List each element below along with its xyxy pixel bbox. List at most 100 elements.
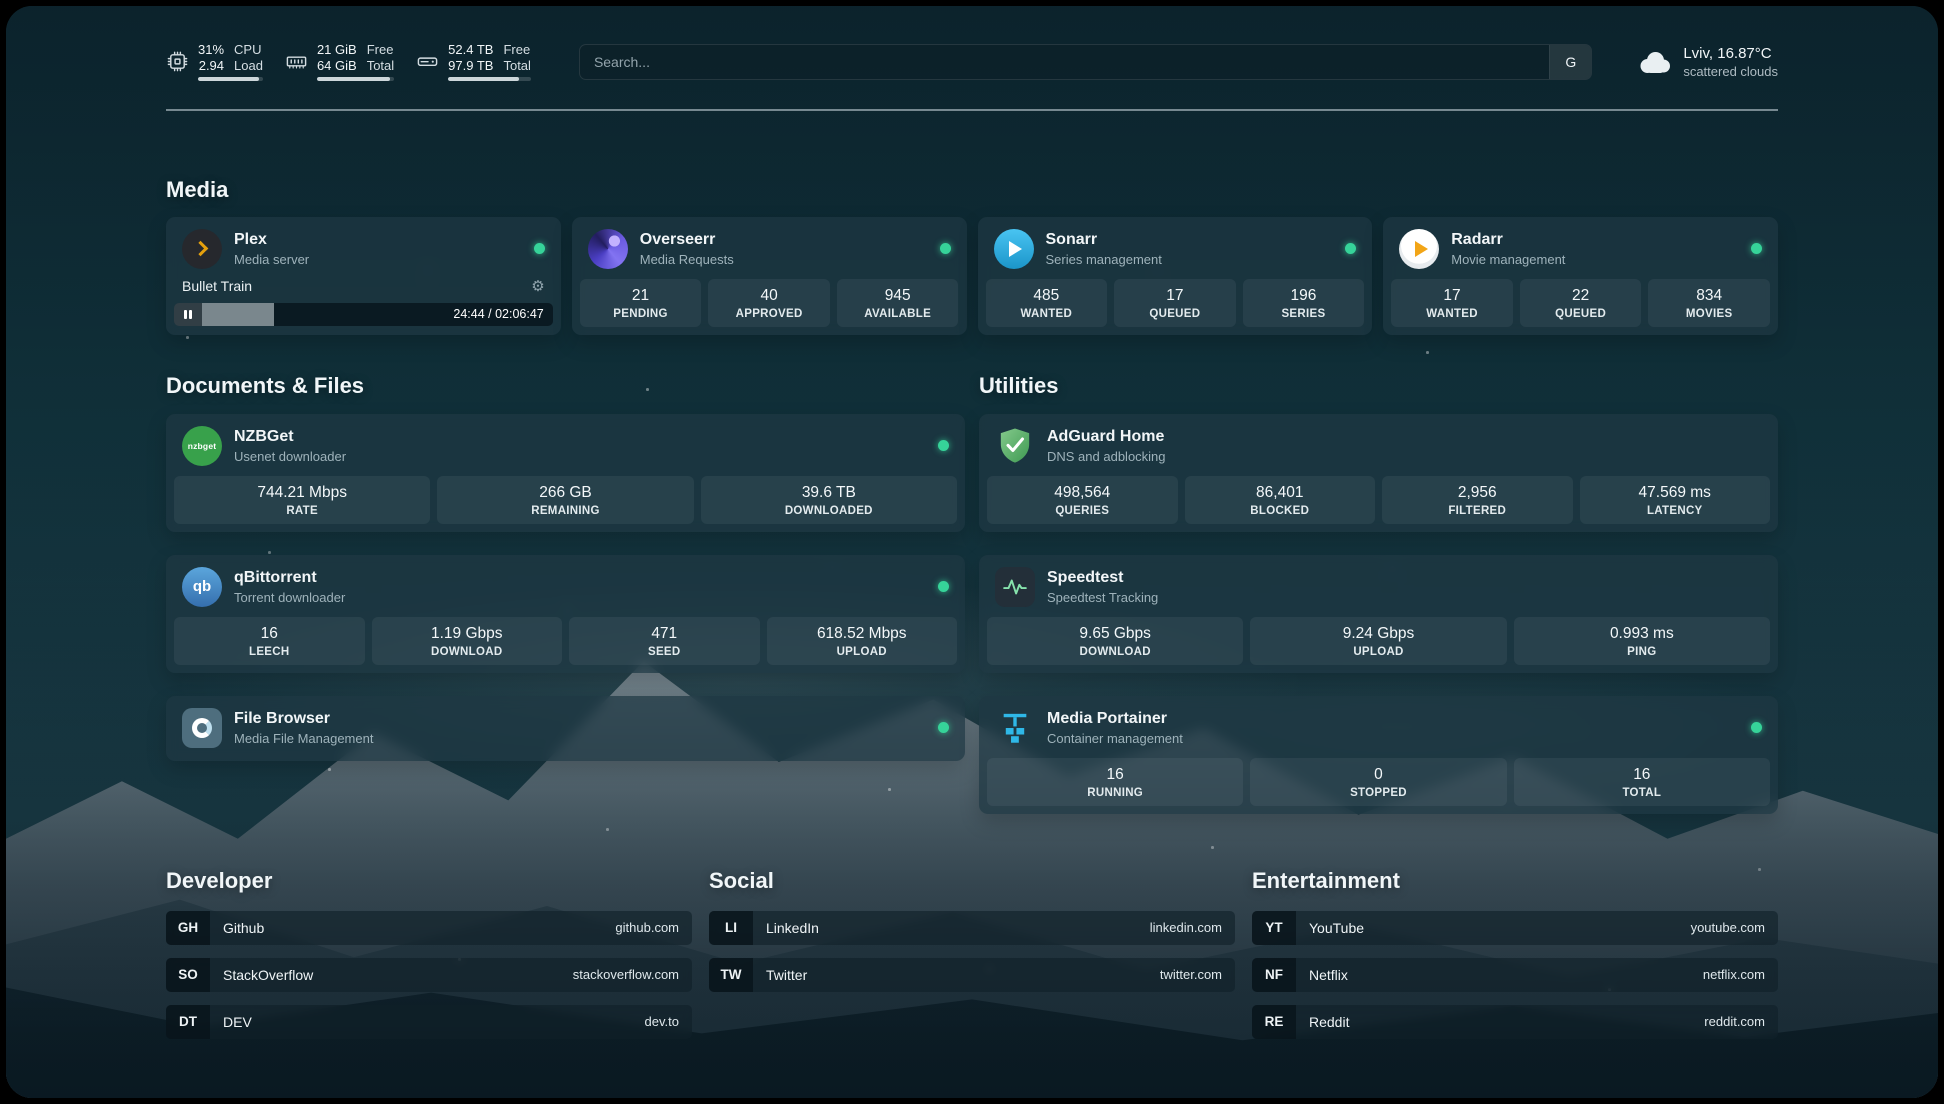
cpu-usage-value: 31% (198, 42, 224, 58)
service-subtitle: Speedtest Tracking (1047, 589, 1158, 606)
service-card-plex[interactable]: Plex Media server Bullet Train ⚙ 24:44 /… (166, 217, 561, 335)
radarr-icon (1399, 229, 1439, 269)
section-title-entertainment: Entertainment (1252, 868, 1778, 894)
service-subtitle: Container management (1047, 730, 1183, 747)
section-title-documents: Documents & Files (166, 373, 965, 399)
stat-tile: 196 SERIES (1243, 279, 1365, 327)
bookmark-name: Github (223, 920, 264, 936)
stat-tile: 9.24 Gbps UPLOAD (1250, 617, 1506, 665)
service-card-filebrowser[interactable]: File Browser Media File Management (166, 696, 965, 761)
service-card-sonarr[interactable]: Sonarr Series management 485 WANTED 17 Q… (978, 217, 1373, 335)
dashboard-content: 31% CPU 2.94 Load (166, 42, 1778, 1039)
section-title-developer: Developer (166, 868, 692, 894)
stat-tile: 39.6 TB DOWNLOADED (701, 476, 957, 524)
bookmark-github[interactable]: GH Github github.com (166, 911, 692, 945)
adguard-icon (995, 426, 1035, 466)
search-bar[interactable]: G (579, 44, 1592, 80)
bookmark-name: DEV (223, 1014, 252, 1030)
bookmark-abbr: TW (709, 958, 753, 992)
bookmark-netflix[interactable]: NF Netflix netflix.com (1252, 958, 1778, 992)
weather-widget[interactable]: Lviv, 16.87°C scattered clouds (1638, 44, 1778, 80)
dashboard-screen: 31% CPU 2.94 Load (6, 6, 1938, 1098)
topbar: 31% CPU 2.94 Load (166, 42, 1778, 81)
search-input[interactable] (580, 45, 1549, 79)
bookmark-name: Netflix (1309, 967, 1348, 983)
stat-tile: 0 STOPPED (1250, 758, 1506, 806)
bookmark-stackoverflow[interactable]: SO StackOverflow stackoverflow.com (166, 958, 692, 992)
cpu-usage-bar (198, 77, 263, 81)
search-provider-button[interactable]: G (1549, 45, 1591, 79)
bookmark-youtube[interactable]: YT YouTube youtube.com (1252, 911, 1778, 945)
header-divider (166, 109, 1778, 111)
service-subtitle: Series management (1046, 251, 1162, 268)
cpu-load-value: 2.94 (198, 58, 224, 74)
disk-free-value: 52.4 TB (448, 42, 493, 58)
plex-icon (182, 229, 222, 269)
bookmark-name: StackOverflow (223, 967, 313, 983)
bookmark-linkedin[interactable]: LI LinkedIn linkedin.com (709, 911, 1235, 945)
social-section: Social LI LinkedIn linkedin.com TW Twitt… (709, 868, 1235, 992)
sonarr-icon (994, 229, 1034, 269)
utilities-section: Utilities (979, 373, 1778, 814)
bookmark-name: Twitter (766, 967, 807, 983)
memory-free-value: 21 GiB (317, 42, 357, 58)
service-name: qBittorrent (234, 568, 345, 588)
bookmark-reddit[interactable]: RE Reddit reddit.com (1252, 1005, 1778, 1039)
stat-tile: 2,956 FILTERED (1382, 476, 1573, 524)
stat-tile: 498,564 QUERIES (987, 476, 1178, 524)
qbittorrent-icon: qb (182, 567, 222, 607)
service-name: Media Portainer (1047, 709, 1183, 729)
memory-usage-bar (317, 77, 394, 81)
pause-icon[interactable] (174, 303, 202, 326)
bookmark-name: Reddit (1309, 1014, 1349, 1030)
stat-tile: 16 LEECH (174, 617, 365, 665)
stat-tile: 22 QUEUED (1520, 279, 1642, 327)
service-card-overseerr[interactable]: Overseerr Media Requests 21 PENDING 40 A… (572, 217, 967, 335)
status-dot-online (938, 722, 949, 733)
service-card-radarr[interactable]: Radarr Movie management 17 WANTED 22 QUE… (1383, 217, 1778, 335)
stat-tile: 945 AVAILABLE (837, 279, 959, 327)
stat-tile: 1.19 Gbps DOWNLOAD (372, 617, 563, 665)
bookmark-url: github.com (615, 920, 679, 935)
bookmark-url: netflix.com (1703, 967, 1765, 982)
bookmark-abbr: RE (1252, 1005, 1296, 1039)
service-card-adguard[interactable]: AdGuard Home DNS and adblocking 498,564 … (979, 414, 1778, 532)
playback-progress-fill (202, 303, 274, 326)
stat-tile: 9.65 Gbps DOWNLOAD (987, 617, 1243, 665)
bookmark-url: reddit.com (1704, 1014, 1765, 1029)
bookmark-abbr: LI (709, 911, 753, 945)
bookmark-name: YouTube (1309, 920, 1364, 936)
stat-tile: 485 WANTED (986, 279, 1108, 327)
documents-section: Documents & Files nzbget NZBGet Usenet d… (166, 373, 965, 761)
service-card-speedtest[interactable]: Speedtest Speedtest Tracking 9.65 Gbps D… (979, 555, 1778, 673)
disk-total-value: 97.9 TB (448, 58, 493, 74)
bookmark-dev[interactable]: DT DEV dev.to (166, 1005, 692, 1039)
memory-total-label: Total (367, 58, 394, 74)
status-dot-online (938, 440, 949, 451)
cloud-icon (1638, 49, 1672, 75)
stat-tile: 47.569 ms LATENCY (1580, 476, 1771, 524)
bookmark-abbr: NF (1252, 958, 1296, 992)
bookmark-abbr: GH (166, 911, 210, 945)
service-name: Overseerr (640, 230, 734, 250)
status-dot-online (534, 243, 545, 254)
plex-player-bar[interactable]: 24:44 / 02:06:47 (174, 303, 553, 326)
service-card-portainer[interactable]: Media Portainer Container management 16 … (979, 696, 1778, 814)
stat-tile: 834 MOVIES (1648, 279, 1770, 327)
cpu-usage-label: CPU (234, 42, 263, 58)
cpu-monitor: 31% CPU 2.94 Load (166, 42, 263, 81)
memory-free-label: Free (367, 42, 394, 58)
service-name: AdGuard Home (1047, 427, 1166, 447)
stat-tile: 21 PENDING (580, 279, 702, 327)
gear-icon[interactable]: ⚙ (531, 277, 544, 295)
overseerr-icon (588, 229, 628, 269)
stat-tile: 0.993 ms PING (1514, 617, 1770, 665)
bookmark-twitter[interactable]: TW Twitter twitter.com (709, 958, 1235, 992)
service-name: Speedtest (1047, 568, 1158, 588)
service-card-qbittorrent[interactable]: qb qBittorrent Torrent downloader 16 LEE… (166, 555, 965, 673)
service-card-nzbget[interactable]: nzbget NZBGet Usenet downloader 744.21 M… (166, 414, 965, 532)
bookmark-url: stackoverflow.com (573, 967, 679, 982)
weather-condition: scattered clouds (1683, 63, 1778, 80)
disk-usage-bar (448, 77, 531, 81)
service-subtitle: Media server (234, 251, 309, 268)
